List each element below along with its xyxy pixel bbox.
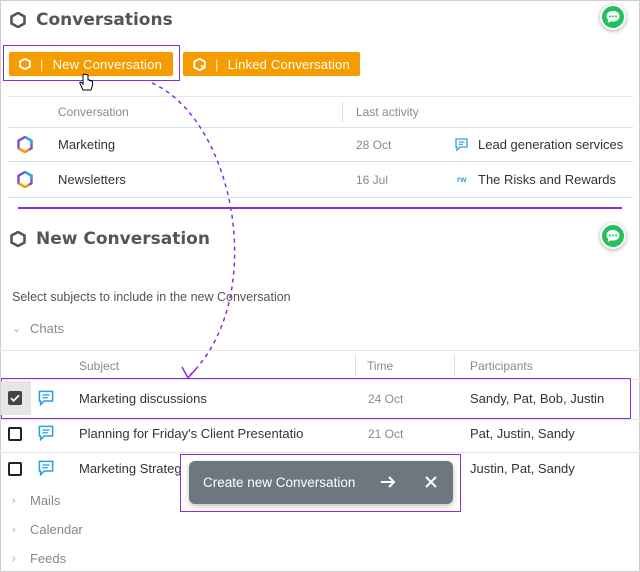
annotation-arrow [151,82,236,380]
